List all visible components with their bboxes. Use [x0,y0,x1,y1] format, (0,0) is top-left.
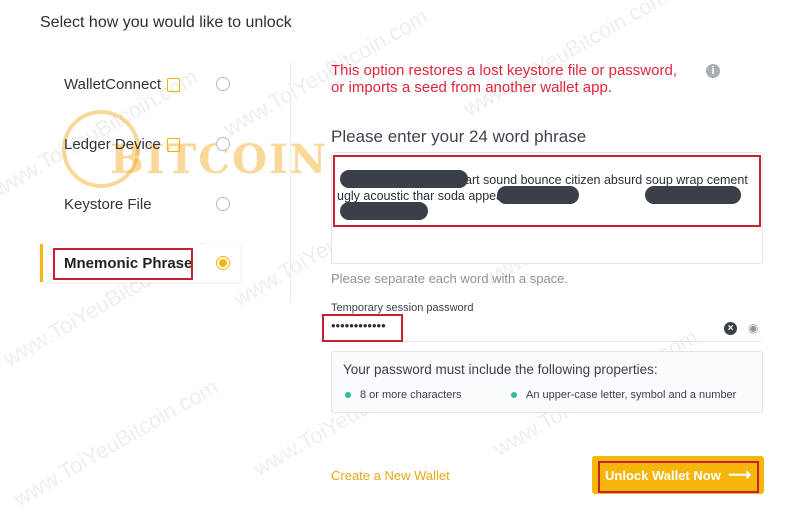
option-label: Keystore File [64,195,152,213]
watermark-text: www.ToiYeuBitcoin.com [9,373,223,512]
bookmark-icon [166,138,180,152]
check-dot-icon [511,392,517,398]
requirements-title: Your password must include the following… [343,362,658,377]
bookmark-icon [167,78,180,92]
requirement-item: 8 or more characters [345,389,461,401]
create-wallet-link[interactable]: Create a New Wallet [331,468,450,483]
option-keystore-file[interactable]: Keystore File [40,186,240,222]
radio-button-selected[interactable] [216,256,230,270]
requirement-text: An upper-case letter, symbol and a numbe… [526,389,737,401]
clear-icon[interactable]: × [724,322,737,335]
info-icon[interactable]: i [706,64,720,78]
option-label: Ledger Device [64,135,161,153]
requirement-item: An upper-case letter, symbol and a numbe… [511,389,736,401]
radio-button[interactable] [216,137,230,151]
option-ledger-device[interactable]: Ledger Device [40,126,240,162]
warning-line: This option restores a lost keystore fil… [331,62,677,79]
page-title: Select how you would like to unlock [40,14,292,31]
radio-button[interactable] [216,77,230,91]
warning-message: This option restores a lost keystore fil… [331,62,711,96]
check-dot-icon [345,392,351,398]
phrase-heading: Please enter your 24 word phrase [331,127,587,146]
eye-icon[interactable]: ◉ [748,321,758,335]
radio-button[interactable] [216,197,230,211]
phrase-hint: Please separate each word with a space. [331,271,569,286]
password-label: Temporary session password [331,302,474,314]
column-divider [290,62,291,302]
warning-line: or imports a seed from another wallet ap… [331,79,612,96]
highlight-box [598,461,759,493]
requirement-text: 8 or more characters [360,389,462,401]
requirements-panel [331,351,763,413]
highlight-box [333,155,761,227]
option-walletconnect[interactable]: WalletConnect [40,66,240,102]
highlight-box [322,314,403,342]
highlight-box [53,248,193,280]
option-label: WalletConnect [64,75,161,93]
